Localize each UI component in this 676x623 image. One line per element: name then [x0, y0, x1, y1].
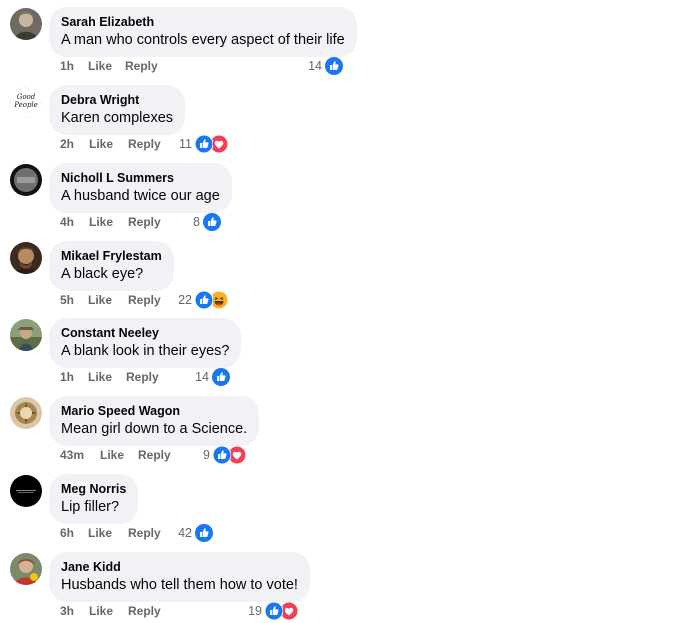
reaction-count: 8 — [193, 215, 200, 229]
comment-text: Karen complexes — [61, 110, 174, 126]
reply-button[interactable]: Reply — [128, 602, 161, 620]
like-button[interactable]: Like — [88, 368, 112, 386]
comment-time[interactable]: 4h — [60, 213, 74, 231]
avatar[interactable] — [10, 553, 42, 585]
comment: Jane Kidd Husbands who tell them how to … — [0, 545, 676, 623]
comment-text: A husband twice our age — [61, 188, 220, 204]
comment-author[interactable]: Jane Kidd — [61, 560, 298, 575]
comment-actions: 43m Like Reply — [60, 446, 171, 464]
avatar-image: Good People — [10, 86, 42, 118]
comment-author[interactable]: Nicholl L Summers — [61, 171, 220, 186]
reaction-count: 14 — [308, 59, 322, 73]
avatar[interactable] — [10, 8, 42, 40]
comment-actions: 4h Like Reply — [60, 213, 161, 231]
like-icon — [195, 135, 213, 153]
comment-actions: 5h Like Reply — [60, 291, 161, 309]
avatar-image — [10, 242, 42, 274]
like-button[interactable]: Like — [88, 57, 112, 75]
comment-time[interactable]: 5h — [60, 291, 74, 309]
avatar-image — [10, 475, 42, 507]
comment-text: A blank look in their eyes? — [61, 343, 230, 359]
comment-time[interactable]: 3h — [60, 602, 74, 620]
reply-button[interactable]: Reply — [128, 213, 161, 231]
comment: Good People Debra Wright Karen complexes… — [0, 78, 676, 156]
comment-author[interactable]: Mario Speed Wagon — [61, 404, 247, 419]
reaction-count: 11 — [179, 137, 192, 151]
comment-time[interactable]: 2h — [60, 135, 74, 153]
reply-button[interactable]: Reply — [128, 524, 161, 542]
comment-author[interactable]: Sarah Elizabeth — [61, 15, 345, 30]
comment-text: Lip filler? — [61, 499, 120, 515]
comments-list: Sarah Elizabeth A man who controls every… — [0, 0, 676, 623]
comment-author[interactable]: Meg Norris — [61, 482, 126, 497]
comment-author[interactable]: Mikael Frylestam — [61, 249, 162, 264]
avatar[interactable] — [10, 475, 42, 507]
reply-button[interactable]: Reply — [138, 446, 171, 464]
comment-author[interactable]: Constant Neeley — [61, 326, 229, 341]
comment-bubble: Sarah Elizabeth A man who controls every… — [49, 7, 357, 57]
comment-bubble: Constant Neeley A blank look in their ey… — [49, 318, 242, 368]
comment-bubble: Nicholl L Summers A husband twice our ag… — [49, 163, 232, 213]
avatar[interactable] — [10, 319, 42, 351]
avatar-image — [10, 164, 42, 196]
avatar-image — [10, 397, 42, 429]
comment: Mikael Frylestam A black eye? 5h Like Re… — [0, 234, 676, 312]
like-button[interactable]: Like — [88, 524, 112, 542]
comment-bubble: Debra Wright Karen complexes — [49, 85, 186, 135]
like-button[interactable]: Like — [88, 291, 112, 309]
like-icon — [213, 446, 231, 464]
reaction-count: 9 — [203, 448, 210, 462]
comment: Nicholl L Summers A husband twice our ag… — [0, 156, 676, 234]
svg-text:People: People — [13, 101, 38, 109]
comment-time[interactable]: 1h — [60, 57, 74, 75]
comment-text: A black eye? — [61, 266, 144, 282]
comment: Meg Norris Lip filler? 6h Like Reply 42 — [0, 467, 676, 545]
like-icon — [325, 57, 343, 75]
comment-text: Husbands who tell them how to vote! — [61, 577, 298, 593]
avatar[interactable] — [10, 397, 42, 429]
like-icon — [195, 524, 213, 542]
comment: Mario Speed Wagon Mean girl down to a Sc… — [0, 389, 676, 467]
comment-bubble: Jane Kidd Husbands who tell them how to … — [49, 552, 310, 602]
avatar[interactable] — [10, 164, 42, 196]
reaction-count: 14 — [195, 370, 209, 384]
comment-bubble: Meg Norris Lip filler? — [49, 474, 139, 524]
svg-text:Good: Good — [17, 93, 36, 101]
reaction-count: 42 — [178, 526, 192, 540]
avatar-image — [10, 553, 42, 585]
avatar[interactable] — [10, 242, 42, 274]
like-button[interactable]: Like — [89, 213, 113, 231]
comment-time[interactable]: 1h — [60, 368, 74, 386]
like-button[interactable]: Like — [100, 446, 124, 464]
comment-author[interactable]: Debra Wright — [61, 93, 173, 108]
reply-button[interactable]: Reply — [125, 57, 158, 75]
avatar-image — [10, 8, 42, 40]
comment: Constant Neeley A blank look in their ey… — [0, 311, 676, 389]
comment-bubble: Mikael Frylestam A black eye? — [49, 241, 174, 291]
comment: Sarah Elizabeth A man who controls every… — [0, 0, 676, 78]
like-button[interactable]: Like — [89, 135, 113, 153]
comment-time[interactable]: 43m — [60, 446, 84, 464]
reaction-count: 22 — [178, 293, 192, 307]
avatar-image — [10, 319, 42, 351]
reply-button[interactable]: Reply — [128, 135, 161, 153]
comment-text: A man who controls every aspect of their… — [61, 32, 345, 48]
like-icon — [195, 291, 213, 309]
reply-button[interactable]: Reply — [126, 368, 159, 386]
avatar[interactable]: Good People — [10, 86, 42, 118]
reaction-count: 19 — [248, 604, 262, 618]
comment-actions: 3h Like Reply — [60, 602, 161, 620]
like-icon — [212, 368, 230, 386]
like-icon — [203, 213, 221, 231]
comment-actions: 6h Like Reply — [60, 524, 161, 542]
comment-actions: 2h Like Reply — [60, 135, 161, 153]
like-icon — [265, 602, 283, 620]
comment-actions: 1h Like Reply — [60, 368, 159, 386]
reply-button[interactable]: Reply — [128, 291, 161, 309]
comment-text: Mean girl down to a Science. — [61, 421, 248, 437]
comment-time[interactable]: 6h — [60, 524, 74, 542]
comment-actions: 1h Like Reply — [60, 57, 158, 75]
comment-bubble: Mario Speed Wagon Mean girl down to a Sc… — [49, 396, 260, 446]
like-button[interactable]: Like — [89, 602, 113, 620]
